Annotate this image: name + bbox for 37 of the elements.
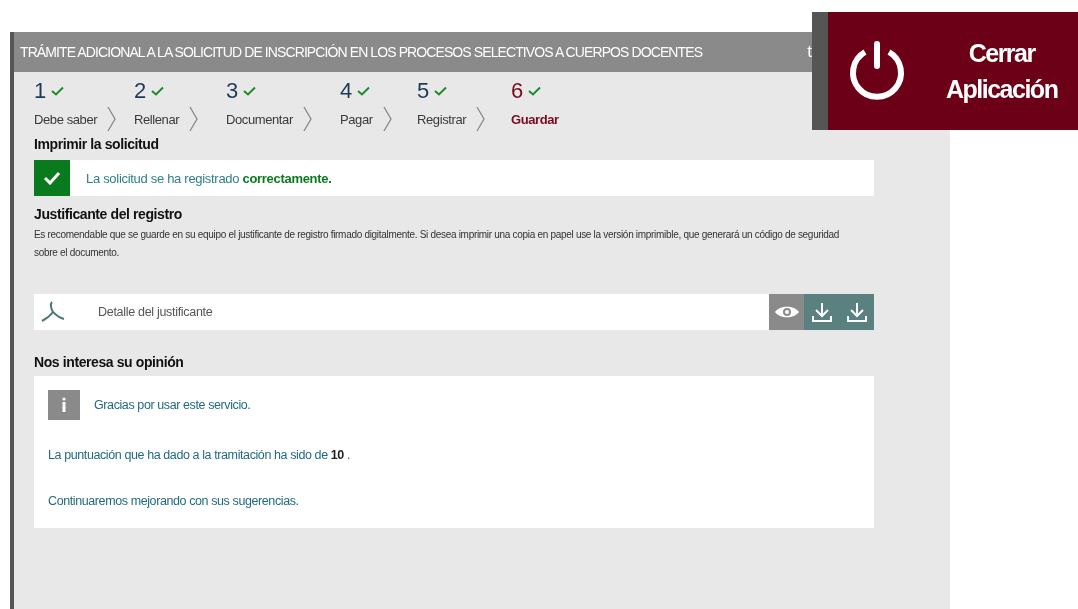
view-button[interactable] [769,294,804,330]
step-label[interactable]: Rellenar [134,111,180,127]
step-label[interactable]: Documentar [226,111,293,127]
step-label[interactable]: Guardar [511,111,559,127]
section-heading: Imprimir la solicitud [34,136,160,152]
title-fragment: t [807,42,812,62]
closing-text: Continuaremos mejorando con sus sugerencias. [48,494,300,508]
step-label[interactable]: Registrar [417,111,467,127]
window-title: TRÁMITE ADICIONAL A LA SOLICITUD DE INSCRIPCIÓN EN LOS PROCESOS SELECTIVOS A CUERPOS DOCENTES [20,44,703,60]
description-text: Es recomendable que se guarde en su equipo el justificante de registro firmado digitalmente. Si desea imprimir una copia en papel use la versión imprimible, que generará un código de seguridad sobre el documento. [34,228,841,260]
chevron-icon [382,106,392,132]
section-heading: Nos interesa su opinión [34,354,185,370]
info-icon [48,390,80,420]
step-number: 6 [511,78,524,104]
document-name: Detalle del justificante [98,305,213,319]
step-number: 4 [340,78,353,104]
step-number: 2 [134,78,147,104]
step-label[interactable]: Pagar [340,111,373,127]
close-app-button[interactable]: Cerrar Aplicación [812,12,1078,130]
chevron-icon [189,106,199,132]
section-heading: Justificante del registro [34,206,183,222]
chevron-icon [107,106,117,132]
step-number: 5 [417,78,430,104]
download-icon [810,301,833,323]
pdf-icon [40,300,66,324]
step-label[interactable]: Debe saber [34,111,98,127]
download-button[interactable] [804,294,839,330]
step-number: 3 [226,78,239,104]
step-number: 1 [34,78,47,104]
eye-icon [773,304,800,320]
thanks-text: Gracias por usar este servicio. [94,398,251,412]
download-icon [845,301,868,323]
status-message: La solicitud se ha registrado correctamente. [86,170,332,186]
chevron-icon [302,106,312,132]
score-text: La puntuación que ha dado a la tramitación ha sido de 10 . [48,448,352,462]
chevron-icon [476,106,486,132]
download-button[interactable] [839,294,874,330]
